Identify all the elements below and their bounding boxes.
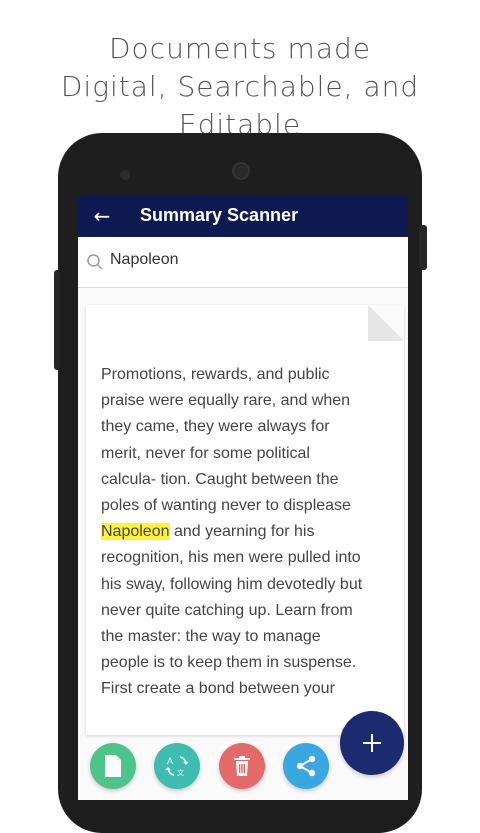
new-document-icon <box>105 755 121 777</box>
search-highlight: Napoleon <box>101 523 170 541</box>
document-card: Promotions, rewards, and public praise w… <box>86 305 404 735</box>
phone-front-camera <box>232 162 250 180</box>
translate-icon: A 文 <box>165 756 189 777</box>
headline-line-1: Documents made <box>109 32 371 65</box>
search-icon <box>87 254 103 270</box>
share-icon <box>296 755 316 777</box>
trash-icon <box>234 756 250 776</box>
add-button[interactable] <box>340 711 404 775</box>
document-text: Promotions, rewards, and public praise w… <box>101 362 391 703</box>
app-bar: ← Summary Scanner <box>78 195 408 237</box>
svg-text:文: 文 <box>177 768 184 777</box>
delete-button[interactable] <box>219 743 265 789</box>
app-title: Summary Scanner <box>140 205 299 225</box>
phone-sensor <box>120 170 130 180</box>
search-input[interactable]: Napoleon <box>110 251 179 269</box>
phone-power-button <box>419 225 427 270</box>
plus-icon <box>363 734 381 752</box>
new-document-button[interactable] <box>90 743 136 789</box>
page-corner-fold <box>368 305 404 341</box>
app-screen: ← Summary Scanner Napoleon Promotions, r… <box>78 195 408 800</box>
search-bar[interactable]: Napoleon <box>78 237 408 288</box>
phone-volume-button <box>54 270 60 370</box>
svg-text:A: A <box>167 756 173 766</box>
arrow-back-icon[interactable]: ← <box>88 201 116 231</box>
document-text-after: and yearning for his recognition, his me… <box>101 523 363 698</box>
document-text-before: Promotions, rewards, and public praise w… <box>101 366 351 515</box>
share-button[interactable] <box>283 743 329 789</box>
translate-button[interactable]: A 文 <box>154 743 200 789</box>
